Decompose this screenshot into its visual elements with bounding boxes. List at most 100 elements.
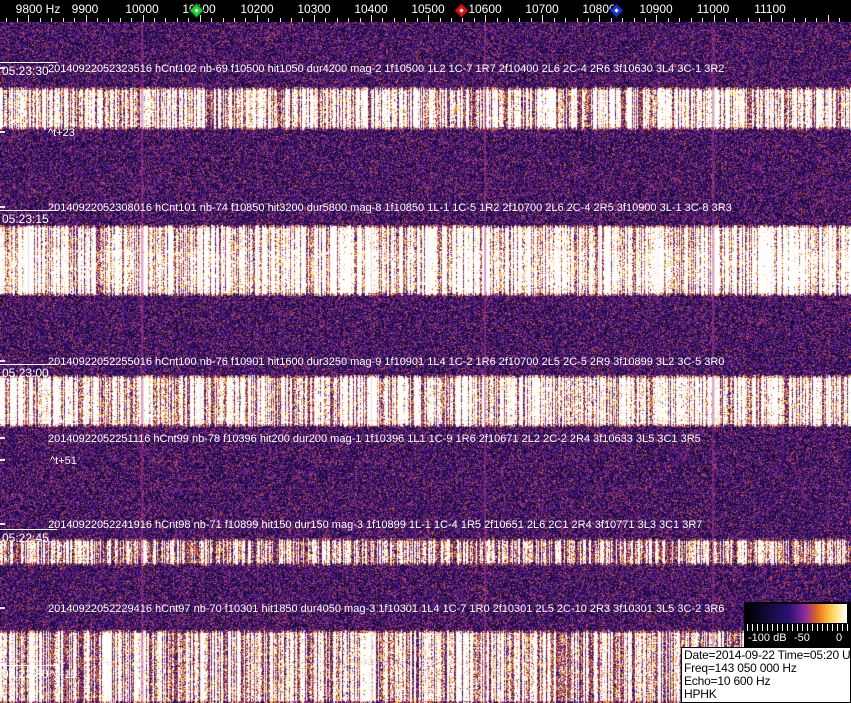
legend-tick xyxy=(817,624,818,631)
minor-tick xyxy=(782,18,783,22)
minor-tick xyxy=(97,18,98,22)
status-info-box: Date=2014-09-22 Time=05:20 UTC Freq=143 … xyxy=(681,647,851,703)
legend-tick xyxy=(827,624,828,631)
minor-tick xyxy=(451,18,452,22)
minor-tick xyxy=(417,18,418,22)
time-offset-mark: ^t+41 xyxy=(48,540,75,552)
time-offset-mark: ^t+29 xyxy=(50,669,77,681)
detection-annotation: 20140922052308016 hCnt101 nb-74 f10850 h… xyxy=(48,202,732,214)
minor-tick xyxy=(565,18,566,22)
minor-tick xyxy=(736,18,737,22)
legend-tick xyxy=(792,624,793,631)
minor-tick xyxy=(348,18,349,22)
minor-tick xyxy=(131,18,132,22)
minor-tick xyxy=(794,18,795,22)
freq-label-11000: 11000 xyxy=(696,2,730,16)
minor-tick xyxy=(63,18,64,22)
time-label-052230: 05:22:30 xyxy=(0,665,57,681)
freq-label-9900: 9900 xyxy=(71,2,99,16)
major-tick xyxy=(428,15,429,22)
minor-tick xyxy=(74,18,75,22)
legend-tick xyxy=(757,624,758,631)
major-tick xyxy=(542,15,543,22)
freq-label-10200: 10200 xyxy=(240,2,274,16)
minor-tick xyxy=(725,18,726,22)
minor-tick xyxy=(165,18,166,22)
legend-tick xyxy=(812,624,813,631)
legend-tick xyxy=(777,624,778,631)
legend-tick xyxy=(772,624,773,631)
minor-tick xyxy=(759,18,760,22)
minor-tick xyxy=(805,18,806,22)
detection-annotation: 20140922052255016 hCnt100 nb-76 f10901 h… xyxy=(48,356,725,368)
minor-tick xyxy=(120,18,121,22)
legend-tick xyxy=(822,624,823,631)
freq-label-10700: 10700 xyxy=(525,2,559,16)
minor-tick xyxy=(177,18,178,22)
freq-label-9800-hz: 9800 Hz xyxy=(15,2,61,16)
minor-tick xyxy=(474,18,475,22)
minor-tick xyxy=(188,18,189,22)
major-tick xyxy=(86,15,87,22)
minor-tick xyxy=(108,18,109,22)
edge-tick xyxy=(0,289,5,291)
legend-tick xyxy=(837,624,838,631)
legend-tick xyxy=(762,624,763,631)
minor-tick xyxy=(405,18,406,22)
edge-tick xyxy=(0,131,5,133)
minor-tick xyxy=(816,18,817,22)
red-diamond-marker[interactable] xyxy=(453,2,470,19)
legend-label-mid: -50 xyxy=(794,632,810,644)
minor-tick xyxy=(691,18,692,22)
edge-tick xyxy=(0,419,5,421)
spectrum-lab-window: 9800 Hz990010000101001020010300104001050… xyxy=(0,0,851,703)
freq-label-10600: 10600 xyxy=(468,2,502,16)
freq-label-10000: 10000 xyxy=(125,2,159,16)
freq-label-10500: 10500 xyxy=(411,2,445,16)
major-tick xyxy=(371,15,372,22)
minor-tick xyxy=(360,18,361,22)
legend-tick xyxy=(767,624,768,631)
minor-tick xyxy=(702,18,703,22)
time-offset-mark: ^t+23 xyxy=(48,127,75,139)
minor-tick xyxy=(280,18,281,22)
time-offset-mark: ^t+08 xyxy=(48,285,75,297)
detection-annotation: 20140922052241916 hCnt98 nb-71 f10899 hi… xyxy=(48,519,703,531)
minor-tick xyxy=(645,18,646,22)
minor-tick xyxy=(268,18,269,22)
edge-tick xyxy=(0,206,5,208)
major-tick xyxy=(828,15,829,22)
color-gradient-bar[interactable] xyxy=(747,604,847,623)
minor-tick xyxy=(497,18,498,22)
legend-tick xyxy=(752,624,753,631)
freq-label-10400: 10400 xyxy=(354,2,388,16)
minor-tick xyxy=(531,18,532,22)
minor-tick xyxy=(245,18,246,22)
minor-tick xyxy=(223,18,224,22)
detection-annotation: 20140922052323516 hCnt102 nb-69 f10500 h… xyxy=(48,63,725,75)
detection-annotation: 20140922052251116 hCnt99 nb-78 f10396 hi… xyxy=(48,433,701,445)
minor-tick xyxy=(382,18,383,22)
minor-tick xyxy=(51,18,52,22)
minor-tick xyxy=(337,18,338,22)
info-station-id: HPHK xyxy=(684,688,717,701)
minor-tick xyxy=(679,18,680,22)
legend-tick xyxy=(797,624,798,631)
minor-tick xyxy=(634,18,635,22)
minor-tick xyxy=(154,18,155,22)
minor-tick xyxy=(577,18,578,22)
minor-tick xyxy=(6,18,7,22)
frequency-scale[interactable]: 9800 Hz990010000101001020010300104001050… xyxy=(0,0,851,22)
minor-tick xyxy=(519,18,520,22)
minor-tick xyxy=(40,18,41,22)
major-tick xyxy=(28,15,29,22)
minor-tick xyxy=(554,18,555,22)
detection-annotation: 20140922052229416 hCnt97 nb-70 f10301 hi… xyxy=(48,603,725,615)
legend-label-min: -100 dB xyxy=(748,632,787,644)
edge-tick xyxy=(0,544,5,546)
edge-tick xyxy=(0,523,5,525)
legend-tick xyxy=(787,624,788,631)
legend-tick xyxy=(842,624,843,631)
minor-tick xyxy=(462,18,463,22)
major-tick xyxy=(143,15,144,22)
